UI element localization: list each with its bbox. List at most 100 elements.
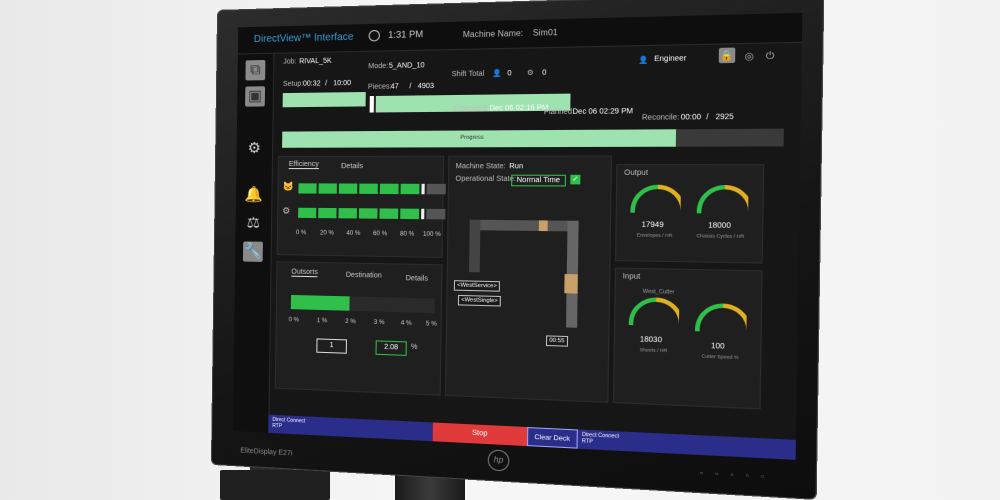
outsorts-tick: 2 % (345, 318, 356, 326)
pieces-current: 47 (390, 83, 399, 91)
user-avatar-icon: 👤 (638, 56, 649, 65)
output-gauge-2 (696, 184, 749, 214)
outsorts-percent-field[interactable]: 2.08 (375, 340, 407, 356)
tab-outsorts[interactable]: Outsorts (291, 268, 318, 278)
globe-icon[interactable]: ◎ (745, 50, 754, 62)
tab-efficiency[interactable]: Efficiency (288, 160, 319, 170)
clock: 1:31 PM (368, 28, 424, 42)
efficiency-tick: 80 % (399, 231, 415, 238)
node-timer[interactable]: 00:55 (545, 335, 568, 347)
outsorts-bar-fill (290, 294, 350, 311)
efficiency-tick: 0 % (295, 230, 307, 237)
track-highlight-2 (564, 274, 578, 294)
reconcile-total: 2925 (715, 113, 734, 122)
user-icon: 👤 (492, 70, 502, 78)
efficiency-row-2 (298, 207, 446, 220)
outsorts-count-field[interactable]: 1 (316, 338, 347, 354)
input-gauge-2-value: 100 (710, 342, 725, 351)
outsorts-panel: Outsorts Destination Details 0 % 1 % 2 %… (274, 261, 443, 396)
output-gauge-1 (630, 184, 681, 214)
track-left (469, 219, 481, 273)
gear-icon: ⚙ (247, 139, 262, 157)
efficiency-row-1 (298, 183, 446, 195)
output-panel: Output 17949 Envelopes / HR 18000 Chassi… (614, 164, 765, 264)
machine-panel: Machine State: Run Operational State: No… (444, 155, 613, 403)
monitor: EliteDisplay E27i hp ▫ ▫ ▫ ▫ ▫ DirectVie… (210, 0, 825, 500)
bottom-bar: Direct Connect RTP Stop Clear Deck Direct… (268, 414, 796, 460)
shift-total-a: 0 (507, 69, 512, 78)
input-gauge-2-label: Cutter Speed % (701, 353, 739, 361)
machine-name: Machine Name: Sim01 (463, 28, 558, 40)
machine-name-label: Machine Name: (462, 28, 524, 40)
node-west-single[interactable]: <WestSingle> (457, 294, 502, 307)
setup-sep: / (325, 80, 328, 88)
input-device: West_Cutter (642, 288, 675, 296)
output-title: Output (624, 169, 649, 178)
monitor-stand-base (220, 470, 330, 500)
operational-state-label: Operational State: (455, 175, 517, 184)
input-title: Input (622, 273, 641, 281)
outsorts-tick: 0 % (288, 317, 300, 324)
sidebar-item-tools[interactable]: 🔧 (242, 241, 263, 262)
gears-icon: ⚙ (282, 205, 291, 216)
checkmark-icon[interactable]: ✓ (570, 174, 581, 185)
tab-destination[interactable]: Destination (346, 272, 382, 280)
clock-icon (368, 30, 381, 42)
pieces-label: Pieces: (367, 83, 392, 91)
sidebar-item-alarms[interactable]: 🔔 (244, 185, 264, 205)
planned-label: Planned: (543, 108, 575, 117)
efficiency-tick: 40 % (346, 230, 361, 238)
machine-state-label: Machine State: (455, 163, 506, 171)
direct-connect-left[interactable]: Direct Connect RTP (268, 414, 434, 442)
reconcile-sep: / (706, 113, 709, 122)
input-gauge-1 (628, 296, 680, 327)
machine-state-value: Run (509, 163, 524, 171)
bell-icon: 🔔 (244, 186, 264, 204)
tab-efficiency-details[interactable]: Details (341, 163, 363, 170)
estimated-label: Estimated: (453, 105, 489, 113)
monitor-model-label: EliteDisplay E27i (240, 447, 293, 458)
machine-name-value: Sim01 (532, 27, 558, 38)
wrench-icon: 🔧 (243, 242, 263, 260)
tab-outsorts-details[interactable]: Details (406, 275, 429, 283)
clear-deck-button[interactable]: Clear Deck (526, 427, 578, 449)
monitor-buttons[interactable]: ▫ ▫ ▫ ▫ ▫ (700, 468, 769, 482)
efficiency-panel: Efficiency Details 🐱 ⚙ 0 % 20 % 40 % 60 … (276, 155, 446, 259)
direct-connect-right[interactable]: Direct Connect RTP (577, 429, 796, 460)
shift-total-b: 0 (542, 69, 547, 77)
layers-icon: ⧉ (250, 61, 261, 79)
mode-value: 5_AND_10 (388, 62, 425, 70)
clock-time: 1:31 PM (388, 28, 424, 41)
hp-logo-icon: hp (487, 449, 510, 472)
gears-icon: ⚙ (526, 69, 534, 78)
app-title: DirectView™ Interface (253, 31, 354, 46)
output-gauge-1-value: 17949 (641, 221, 664, 230)
lock-button[interactable]: 🔒 (718, 47, 736, 64)
pieces-sep: / (409, 83, 412, 91)
mode-label: Mode: (368, 62, 389, 71)
sidebar-item-settings[interactable]: ⚙ (244, 139, 264, 159)
efficiency-tick: 60 % (373, 231, 388, 238)
outsorts-bar (290, 294, 435, 314)
user-role: Engineer (654, 55, 687, 64)
progress-bar: Progress (282, 128, 784, 148)
outsorts-tick: 3 % (373, 319, 385, 327)
briefcase-icon: ▣ (247, 87, 263, 105)
setup-current: 00:32 (302, 80, 321, 88)
outsorts-tick: 4 % (400, 320, 412, 328)
power-icon[interactable]: ⏻ (766, 50, 775, 62)
sidebar-item-balance[interactable]: ⚖ (243, 213, 263, 233)
output-gauge-2-label: Chassis Cycles / HR (696, 232, 745, 240)
sidebar-item-jobs[interactable]: ⧉ (245, 59, 266, 81)
node-west-service[interactable]: <WestService> (453, 280, 501, 292)
input-gauge-1-value: 18030 (639, 336, 663, 345)
top-bar: DirectView™ Interface 1:31 PM Machine Na… (237, 12, 803, 55)
planned-value: Dec 06 02:29 PM (572, 107, 634, 116)
sidebar-item-briefcase[interactable]: ▣ (245, 86, 266, 107)
shift-total-label: Shift Total (451, 70, 485, 79)
efficiency-tick: 20 % (319, 230, 334, 237)
setup-label: Setup: (282, 80, 304, 89)
stop-button[interactable]: Stop (433, 422, 528, 447)
job-value: RIVAL_5K (299, 57, 332, 66)
output-gauge-2-value: 18000 (708, 222, 731, 231)
